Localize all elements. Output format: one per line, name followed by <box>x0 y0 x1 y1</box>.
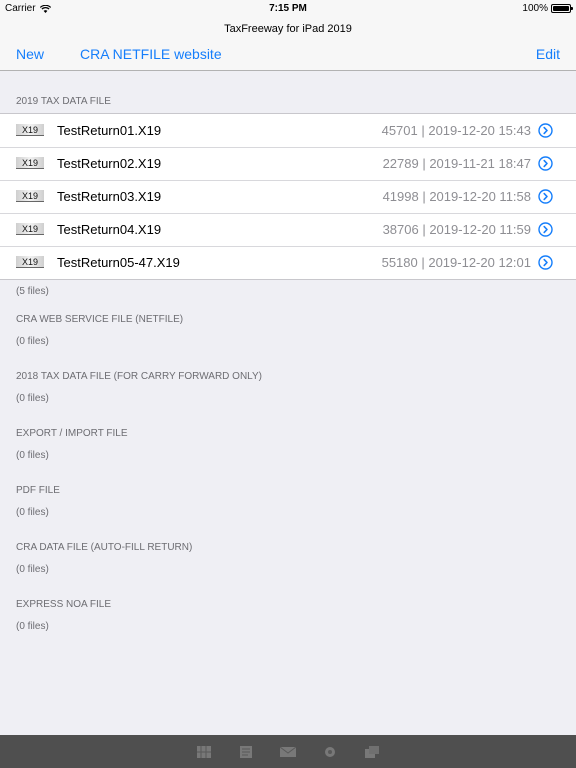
clock: 7:15 PM <box>269 3 307 14</box>
file-name: TestReturn01.X19 <box>57 123 162 138</box>
file-meta: 41998 | 2019-12-20 11:58 <box>382 189 531 204</box>
file-count: (0 files) <box>16 336 49 347</box>
mail-icon[interactable] <box>280 746 296 758</box>
section-header-export-import: EXPORT / IMPORT FILE <box>16 428 128 439</box>
battery-icon <box>551 4 573 13</box>
x19-file-icon: X19 <box>16 157 44 169</box>
battery-indicator: 100% <box>522 3 573 14</box>
file-meta: 55180 | 2019-12-20 12:01 <box>381 255 531 270</box>
section-header-2019-tax-data: 2019 TAX DATA FILE <box>16 96 111 107</box>
section-header-express-noa: EXPRESS NOA FILE <box>16 599 112 610</box>
file-name: TestReturn03.X19 <box>57 189 162 204</box>
app-title: TaxFreeway for iPad 2019 <box>224 23 352 35</box>
file-name: TestReturn02.X19 <box>57 156 162 171</box>
grid-icon[interactable] <box>196 745 212 758</box>
file-name: TestReturn04.X19 <box>57 222 162 237</box>
detail-disclosure-icon[interactable] <box>538 156 553 171</box>
status-bar: Carrier 7:15 PM 100% <box>0 0 576 18</box>
file-count: (0 files) <box>16 507 49 518</box>
section-header-2018-tax-data: 2018 TAX DATA FILE (FOR CARRY FORWARD ON… <box>16 371 262 382</box>
file-name: TestReturn05-47.X19 <box>57 255 180 270</box>
detail-disclosure-icon[interactable] <box>538 255 553 270</box>
section-header-cra-data: CRA DATA FILE (AUTO-FILL RETURN) <box>16 542 193 553</box>
list-item[interactable]: X19 TestReturn04.X19 38706 | 2019-12-20 … <box>0 213 576 246</box>
file-count: (5 files) <box>16 286 49 297</box>
settings-icon[interactable] <box>322 746 338 758</box>
share-icon[interactable] <box>364 745 380 758</box>
list-item[interactable]: X19 TestReturn05-47.X19 55180 | 2019-12-… <box>0 246 576 279</box>
battery-percent: 100% <box>522 3 548 14</box>
navigation-bar: TaxFreeway for iPad 2019 New CRA NETFILE… <box>0 18 576 71</box>
document-icon[interactable] <box>238 745 254 758</box>
list-item[interactable]: X19 TestReturn01.X19 45701 | 2019-12-20 … <box>0 114 576 147</box>
cra-netfile-website-button[interactable]: CRA NETFILE website <box>80 46 222 62</box>
detail-disclosure-icon[interactable] <box>538 189 553 204</box>
list-item[interactable]: X19 TestReturn03.X19 41998 | 2019-12-20 … <box>0 180 576 213</box>
x19-file-icon: X19 <box>16 256 44 268</box>
file-list: 2019 TAX DATA FILE X19 TestReturn01.X19 … <box>0 72 576 656</box>
file-meta: 22789 | 2019-11-21 18:47 <box>382 156 531 171</box>
detail-disclosure-icon[interactable] <box>538 222 553 237</box>
file-meta: 38706 | 2019-12-20 11:59 <box>382 222 531 237</box>
file-count: (0 files) <box>16 564 49 575</box>
file-count: (0 files) <box>16 450 49 461</box>
section-header-pdf: PDF FILE <box>16 485 60 496</box>
section-header-cra-web-service: CRA WEB SERVICE FILE (NETFILE) <box>16 314 184 325</box>
new-button[interactable]: New <box>16 46 44 62</box>
detail-disclosure-icon[interactable] <box>538 123 553 138</box>
edit-button[interactable]: Edit <box>536 46 560 62</box>
list-item[interactable]: X19 TestReturn02.X19 22789 | 2019-11-21 … <box>0 147 576 180</box>
file-meta: 45701 | 2019-12-20 15:43 <box>381 123 531 138</box>
bottom-toolbar <box>0 735 576 768</box>
file-count: (0 files) <box>16 621 49 632</box>
tax-data-file-list: X19 TestReturn01.X19 45701 | 2019-12-20 … <box>0 113 576 280</box>
x19-file-icon: X19 <box>16 190 44 202</box>
x19-file-icon: X19 <box>16 124 44 136</box>
x19-file-icon: X19 <box>16 223 44 235</box>
file-count: (0 files) <box>16 393 49 404</box>
